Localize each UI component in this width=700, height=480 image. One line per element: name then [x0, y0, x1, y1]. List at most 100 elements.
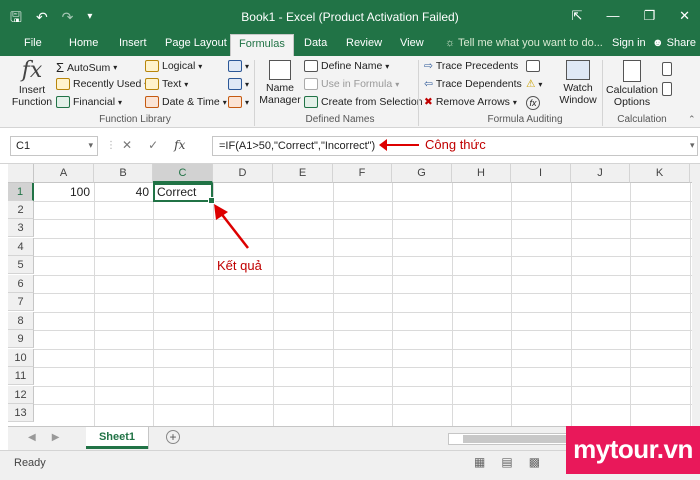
tab-insert[interactable]: Insert [119, 37, 147, 49]
group-divider [602, 60, 603, 126]
ribbon-options-icon[interactable]: ⇱ [572, 8, 583, 24]
column-header-b[interactable]: B [94, 164, 153, 183]
vertical-scrollbar[interactable] [692, 164, 700, 426]
column-header-d[interactable]: D [213, 164, 273, 183]
column-header-k[interactable]: K [630, 164, 690, 183]
cell-a1[interactable]: 100 [34, 183, 94, 201]
show-formulas-button[interactable] [526, 60, 540, 72]
tab-view[interactable]: View [400, 37, 424, 49]
cell-b1[interactable]: 40 [94, 183, 153, 201]
save-icon[interactable]: 🖫 [10, 8, 22, 26]
gridline [34, 330, 700, 331]
row-header-4[interactable]: 4 [8, 238, 34, 256]
share-button[interactable]: ☻ Share [652, 37, 696, 49]
tell-me-box[interactable]: ☼ Tell me what you want to do... [445, 37, 603, 49]
cancel-icon[interactable]: ✕ [122, 138, 132, 152]
trace-dependents-button[interactable]: ⇦ Trace Dependents [424, 78, 522, 90]
remove-arrows-button[interactable]: ✖ Remove Arrows ▾ [424, 96, 517, 108]
name-box[interactable]: C1 ▾ [10, 136, 98, 156]
more-functions-icon [228, 96, 242, 108]
column-header-e[interactable]: E [273, 164, 333, 183]
more-functions-button[interactable]: ▾ [228, 96, 249, 108]
normal-view-icon[interactable]: ▦ [474, 455, 485, 469]
add-sheet-icon[interactable]: + [166, 430, 180, 444]
date-time-button[interactable]: Date & Time ▾ [145, 96, 227, 108]
column-header-g[interactable]: G [392, 164, 452, 183]
page-layout-view-icon[interactable]: ▤ [501, 455, 512, 469]
column-header-c[interactable]: C [153, 164, 213, 183]
page-break-view-icon[interactable]: ▩ [529, 455, 540, 469]
column-header-i[interactable]: I [511, 164, 571, 183]
row-header-1[interactable]: 1 [8, 183, 34, 201]
enter-icon[interactable]: ✓ [148, 138, 158, 152]
column-header-h[interactable]: H [452, 164, 511, 183]
trace-precedents-button[interactable]: ⇨ Trace Precedents [424, 60, 518, 72]
create-from-selection-button[interactable]: Create from Selection [304, 96, 423, 108]
use-in-formula-button[interactable]: Use in Formula ▾ [304, 78, 399, 90]
column-header-a[interactable]: A [34, 164, 94, 183]
formula-buttons: ✕ ✓ fx [122, 138, 185, 152]
minimize-icon[interactable]: — [606, 8, 619, 24]
row-header-6[interactable]: 6 [8, 275, 34, 293]
evaluate-formula-button[interactable]: fx [526, 96, 540, 110]
chevron-left-icon[interactable]: ◀ [28, 432, 36, 443]
logical-icon [145, 60, 159, 72]
row-header-12[interactable]: 12 [8, 386, 34, 404]
row-header-2[interactable]: 2 [8, 201, 34, 219]
row-header-11[interactable]: 11 [8, 367, 34, 385]
create-from-selection-icon [304, 96, 318, 108]
undo-icon[interactable]: ↶ [36, 8, 48, 26]
insert-function-button[interactable]: fx Insert Function [10, 60, 54, 109]
select-all-corner[interactable] [8, 164, 34, 183]
redo-icon[interactable]: ↷ [62, 8, 74, 26]
tab-file[interactable]: File [24, 37, 42, 49]
text-label: Text [162, 78, 182, 90]
worksheet-grid[interactable]: A B C D E F G H I J K 1 2 3 4 5 6 7 8 9 … [8, 164, 700, 426]
column-header-j[interactable]: J [571, 164, 630, 183]
chevron-down-icon[interactable]: ▾ [88, 140, 93, 151]
restore-icon[interactable]: ❐ [643, 8, 655, 24]
logical-button[interactable]: Logical ▾ [145, 60, 202, 72]
tab-data[interactable]: Data [304, 37, 327, 49]
column-header-f[interactable]: F [333, 164, 392, 183]
calculate-now-button[interactable] [662, 62, 672, 76]
lookup-reference-button[interactable]: ▾ [228, 60, 249, 72]
autosum-button[interactable]: Σ AutoSum ▾ [56, 60, 117, 75]
scrollbar-thumb[interactable] [463, 435, 573, 443]
row-header-10[interactable]: 10 [8, 349, 34, 367]
customize-icon[interactable]: ▾ [87, 8, 92, 26]
calculation-options-button[interactable]: Calculation Options [604, 60, 660, 108]
row-header-7[interactable]: 7 [8, 293, 34, 311]
row-header-9[interactable]: 9 [8, 330, 34, 348]
close-icon[interactable]: ✕ [679, 8, 690, 24]
chevron-right-icon[interactable]: ▶ [52, 432, 60, 443]
warning-icon: ⚠ [526, 78, 536, 90]
trace-precedents-icon: ⇨ [424, 60, 433, 72]
error-checking-button[interactable]: ⚠ ▾ [526, 78, 542, 90]
calculate-sheet-button[interactable] [662, 82, 672, 96]
define-name-button[interactable]: Define Name ▾ [304, 60, 389, 72]
watch-window-button[interactable]: Watch Window [558, 60, 598, 106]
financial-label: Financial [73, 96, 116, 108]
create-from-selection-label: Create from Selection [321, 96, 423, 108]
tab-review[interactable]: Review [346, 37, 382, 49]
row-header-8[interactable]: 8 [8, 312, 34, 330]
financial-button[interactable]: Financial ▾ [56, 96, 122, 108]
sign-in-link[interactable]: Sign in [612, 37, 646, 49]
row-header-5[interactable]: 5 [8, 256, 34, 274]
formula-bar-divider-icon: ⋮ [106, 140, 116, 151]
collapse-ribbon-icon[interactable]: ⌃ [688, 114, 696, 125]
text-button[interactable]: Text ▾ [145, 78, 188, 90]
sheet-tab-sheet1[interactable]: Sheet1 [86, 427, 148, 449]
row-header-3[interactable]: 3 [8, 219, 34, 237]
tab-formulas[interactable]: Formulas [230, 34, 294, 56]
name-manager-button[interactable]: Name Manager [258, 60, 302, 106]
tab-home[interactable]: Home [69, 37, 98, 49]
recently-used-button[interactable]: Recently Used ▾ [56, 78, 148, 90]
insert-function-icon[interactable]: fx [174, 138, 185, 152]
expand-formula-bar-icon[interactable]: ▾ [690, 140, 695, 151]
math-trig-button[interactable]: ▾ [228, 78, 249, 90]
row-header-13[interactable]: 13 [8, 404, 34, 422]
tab-page-layout[interactable]: Page Layout [165, 37, 227, 49]
active-cell-border[interactable] [153, 183, 215, 204]
